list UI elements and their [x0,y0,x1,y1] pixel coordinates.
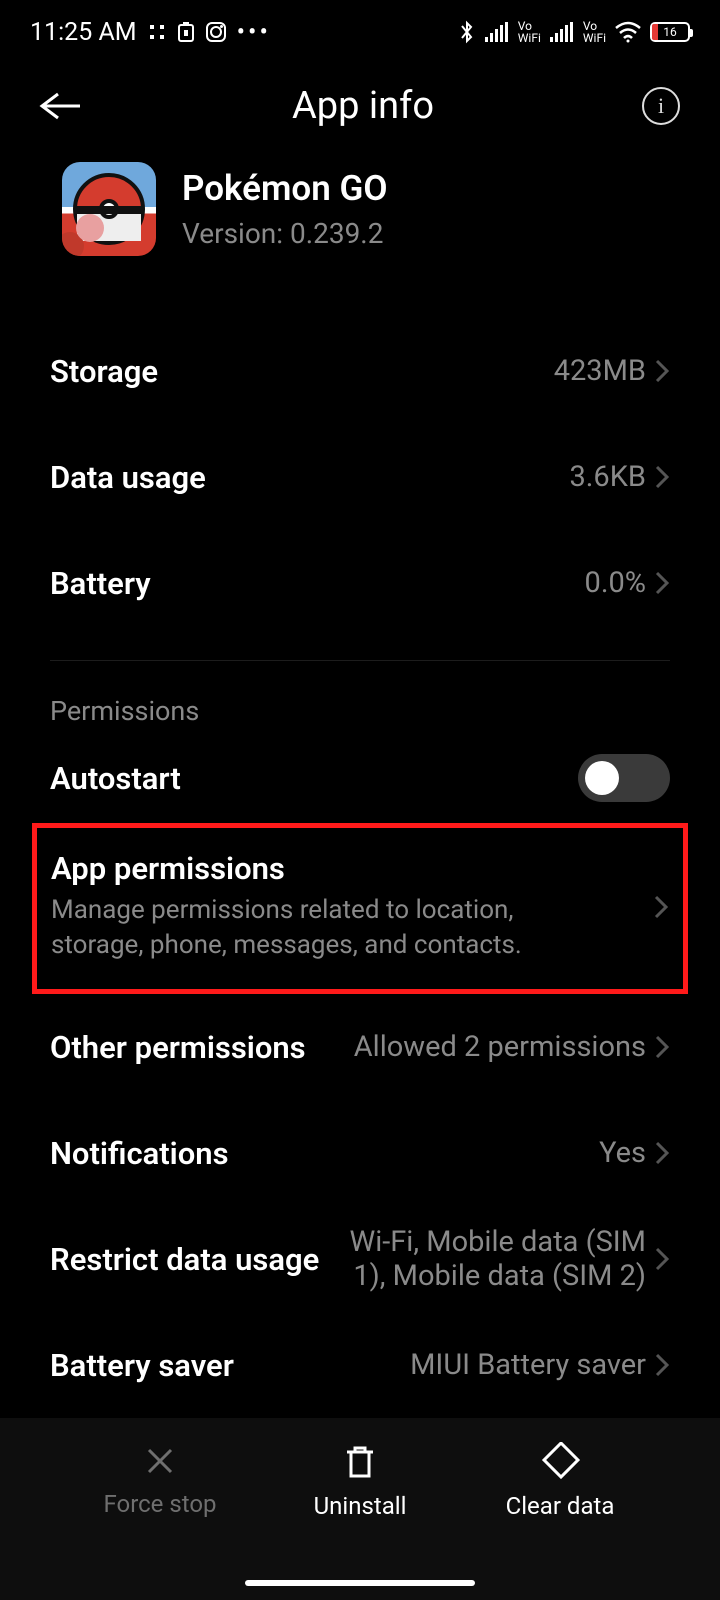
restrict-data-label: Restrict data usage [50,1241,319,1278]
app-permissions-sub: Manage permissions related to location, … [51,893,591,963]
more-dots-icon: ••• [237,18,271,47]
bottom-bar: Force stop Uninstall Clear data [0,1418,720,1600]
instagram-icon [205,21,227,43]
slack-icon [147,22,167,42]
vowifi-icon: VoWiFi [583,20,606,44]
titlebar: App info i [0,64,720,148]
app-version: Version: 0.239.2 [182,217,387,250]
battery-saver-value: MIUI Battery saver [410,1348,646,1382]
eraser-icon [539,1442,581,1482]
chevron-right-icon [654,357,670,385]
info-button[interactable]: i [642,87,680,125]
other-permissions-label: Other permissions [50,1029,306,1066]
chevron-right-icon [654,1351,670,1379]
notifications-value: Yes [599,1136,646,1170]
nav-bar-handle[interactable] [245,1580,475,1586]
app-permissions-highlight: App permissions Manage permissions relat… [32,823,688,994]
status-bar: 11:25 AM ••• VoWiFi VoWiFi 16 [0,0,720,64]
permissions-section-title: Permissions [50,695,670,733]
battery-saver-row[interactable]: Battery saver MIUI Battery saver [50,1312,670,1418]
autostart-row[interactable]: Autostart [50,733,670,823]
app-permissions-label: App permissions [51,850,591,887]
page-title: App info [84,84,642,128]
battery-label: Battery [50,565,151,602]
autostart-label: Autostart [50,760,181,797]
notifications-label: Notifications [50,1135,229,1172]
restrict-data-row[interactable]: Restrict data usage Wi-Fi, Mobile data (… [50,1206,670,1312]
clear-data-button[interactable]: Clear data [490,1442,630,1520]
chevron-right-icon [654,1139,670,1167]
status-time: 11:25 AM [30,18,137,47]
signal-icon [549,22,575,42]
uninstall-button[interactable]: Uninstall [290,1442,430,1520]
chevron-right-icon [654,1033,670,1061]
chevron-right-icon [654,463,670,491]
close-icon [141,1442,179,1480]
app-header: Pokémon GO Version: 0.239.2 [0,148,720,282]
app-name: Pokémon GO [182,162,387,209]
divider [50,660,670,661]
chevron-right-icon [653,893,669,921]
storage-label: Storage [50,353,158,390]
force-stop-button[interactable]: Force stop [90,1442,230,1518]
battery-saver-label: Battery saver [50,1347,234,1384]
storage-row[interactable]: Storage 423MB [50,318,670,424]
battery-value: 0.0% [585,566,646,600]
notifications-row[interactable]: Notifications Yes [50,1100,670,1206]
chevron-right-icon [654,1245,670,1273]
vowifi-icon: VoWiFi [518,20,541,44]
storage-value: 423MB [554,354,646,388]
other-permissions-row[interactable]: Other permissions Allowed 2 permissions [50,994,670,1100]
uninstall-label: Uninstall [314,1492,407,1520]
other-permissions-value: Allowed 2 permissions [354,1030,646,1064]
data-usage-label: Data usage [50,459,206,496]
data-usage-value: 3.6KB [569,460,646,494]
back-button[interactable] [36,88,84,124]
bluetooth-icon [458,18,476,46]
data-usage-row[interactable]: Data usage 3.6KB [50,424,670,530]
autostart-toggle[interactable] [578,754,670,802]
battery-mini-icon [177,21,195,43]
app-permissions-row[interactable]: App permissions Manage permissions relat… [51,850,669,963]
battery-row[interactable]: Battery 0.0% [50,530,670,636]
app-icon [62,162,156,256]
trash-icon [341,1442,379,1482]
clear-data-label: Clear data [506,1492,615,1520]
wifi-icon [614,21,642,43]
restrict-data-value: Wi-Fi, Mobile data (SIM 1), Mobile data … [346,1225,646,1293]
battery-icon: 16 [650,22,690,42]
signal-icon [484,22,510,42]
chevron-right-icon [654,569,670,597]
force-stop-label: Force stop [103,1490,216,1518]
